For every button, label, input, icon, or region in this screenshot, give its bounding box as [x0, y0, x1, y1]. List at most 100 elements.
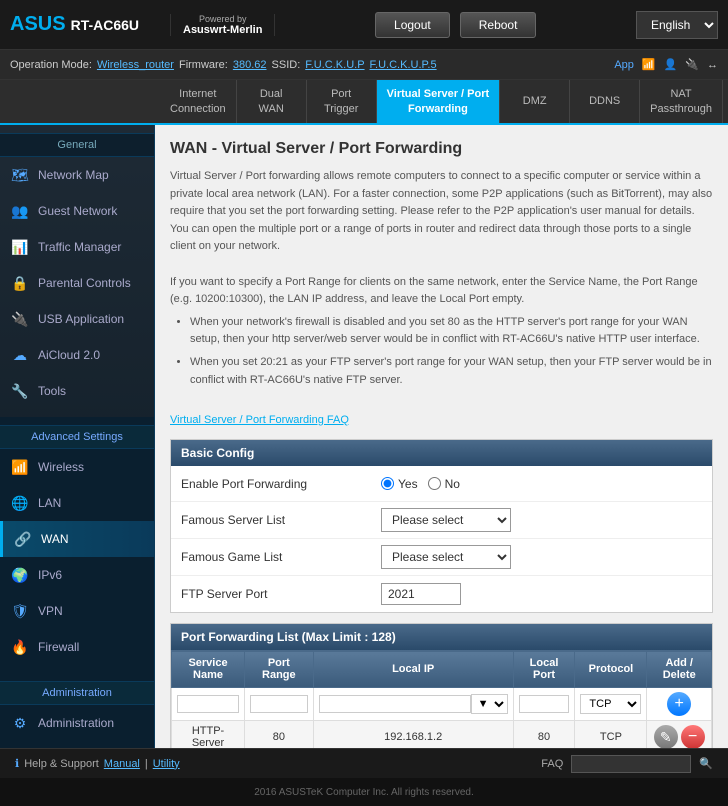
radio-yes-text: Yes: [398, 477, 418, 491]
col-port-range: Port Range: [245, 651, 314, 688]
sidebar-item-tools[interactable]: 🔧 Tools: [0, 373, 154, 409]
radio-no[interactable]: [428, 477, 441, 490]
radio-yes-label[interactable]: Yes: [381, 477, 418, 491]
faq-link[interactable]: Virtual Server / Port Forwarding FAQ: [170, 414, 349, 426]
radio-no-text: No: [445, 477, 460, 491]
op-mode-value[interactable]: Wireless_router: [97, 59, 174, 71]
pf-table-header: Port Forwarding List (Max Limit : 128): [171, 624, 712, 650]
famous-game-row: Famous Game List Please select: [171, 539, 712, 576]
tab-nat-passthrough[interactable]: NATPassthrough: [640, 80, 723, 123]
language-select[interactable]: English: [636, 11, 718, 39]
cell-local-port-input: [513, 688, 575, 721]
local-ip-input[interactable]: [319, 695, 471, 713]
ipv6-icon: 🌍: [10, 565, 30, 585]
manual-link[interactable]: Manual: [104, 758, 140, 770]
sidebar-advanced-section: Advanced Settings 📶 Wireless 🌐 LAN 🔗 WAN…: [0, 417, 154, 673]
op-mode-label: Operation Mode:: [10, 59, 92, 71]
famous-game-select[interactable]: Please select: [381, 545, 511, 569]
tab-ddns[interactable]: DDNS: [570, 80, 640, 123]
ftp-port-input[interactable]: [381, 583, 461, 605]
port-range-input[interactable]: [250, 695, 308, 713]
service-name-input[interactable]: [177, 695, 239, 713]
parental-icon: 🔒: [10, 273, 30, 293]
sidebar-item-wireless[interactable]: 📶 Wireless: [0, 449, 154, 485]
table-row-input: ▼ TCP UDP BOTH: [172, 688, 712, 721]
sidebar-item-lan[interactable]: 🌐 LAN: [0, 485, 154, 521]
content-area: WAN - Virtual Server / Port Forwarding V…: [155, 125, 728, 748]
description-text-2: If you want to specify a Port Range for …: [170, 276, 698, 306]
reboot-button[interactable]: Reboot: [460, 12, 537, 38]
cell-service-name: HTTP-Server: [172, 721, 245, 748]
enable-port-forwarding-row: Enable Port Forwarding Yes No: [171, 466, 712, 502]
status-bar: Operation Mode: Wireless_router Firmware…: [0, 50, 728, 80]
wireless-icon: 📶: [10, 457, 30, 477]
col-service-name: Service Name: [172, 651, 245, 688]
sidebar-item-wan[interactable]: 🔗 WAN: [0, 521, 154, 557]
sidebar-item-label: Tools: [38, 384, 66, 398]
aicloud-icon: ☁: [10, 345, 30, 365]
sidebar-item-label: AiCloud 2.0: [38, 348, 100, 362]
edit-button[interactable]: ✎: [654, 725, 678, 748]
sidebar-item-firewall[interactable]: 🔥 Firewall: [0, 629, 154, 665]
tab-virtual-server[interactable]: Virtual Server / PortForwarding: [377, 80, 501, 123]
description-text-1: Virtual Server / Port forwarding allows …: [170, 170, 712, 252]
content-inner: WAN - Virtual Server / Port Forwarding V…: [155, 125, 728, 748]
tab-dmz[interactable]: DMZ: [500, 80, 570, 123]
sidebar-item-system-log[interactable]: 📋 System Log: [0, 741, 154, 748]
copyright-bar: 2016 ASUSTeK Computer Inc. All rights re…: [0, 778, 728, 806]
enable-radio-group: Yes No: [381, 477, 460, 491]
local-port-input[interactable]: [519, 695, 569, 713]
tab-bar: InternetConnection DualWAN PortTrigger V…: [0, 80, 728, 125]
tab-internet-connection[interactable]: InternetConnection: [160, 80, 237, 123]
add-button[interactable]: +: [667, 692, 691, 716]
enable-port-label: Enable Port Forwarding: [181, 477, 381, 491]
search-icon[interactable]: 🔍: [699, 757, 713, 770]
cell-service-name-input: [172, 688, 245, 721]
utility-link[interactable]: Utility: [153, 758, 180, 770]
ssid-value1[interactable]: F.U.C.K.U.P: [305, 59, 364, 71]
firmware-value[interactable]: 380.62: [233, 59, 267, 71]
page-title: WAN - Virtual Server / Port Forwarding: [170, 140, 713, 158]
logout-button[interactable]: Logout: [375, 12, 450, 38]
sidebar-item-label: Administration: [38, 716, 114, 730]
sidebar-item-label: Traffic Manager: [38, 240, 121, 254]
port-forwarding-section: Port Forwarding List (Max Limit : 128) S…: [170, 623, 713, 748]
logo-area: ASUS RT-AC66U: [0, 13, 170, 36]
tab-dual-wan[interactable]: DualWAN: [237, 80, 307, 123]
sidebar-item-usb-application[interactable]: 🔌 USB Application: [0, 301, 154, 337]
faq-label: FAQ: [541, 758, 563, 770]
famous-game-label: Famous Game List: [181, 550, 381, 564]
sidebar-item-guest-network[interactable]: 👥 Guest Network: [0, 193, 154, 229]
sidebar-item-label: Guest Network: [38, 204, 117, 218]
footer: ℹ Help & Support Manual | Utility FAQ 🔍: [0, 748, 728, 778]
sidebar-admin-section: Administration ⚙ Administration 📋 System…: [0, 673, 154, 748]
tab-port-trigger[interactable]: PortTrigger: [307, 80, 377, 123]
wan-icon: 🔗: [13, 529, 33, 549]
ssid-value2[interactable]: F.U.C.K.U.P.5: [370, 59, 437, 71]
radio-no-label[interactable]: No: [428, 477, 460, 491]
sidebar-item-label: USB Application: [38, 312, 124, 326]
sidebar-item-ipv6[interactable]: 🌍 IPv6: [0, 557, 154, 593]
col-add-delete: Add / Delete: [647, 651, 712, 688]
col-local-ip: Local IP: [313, 651, 513, 688]
basic-config-section: Basic Config Enable Port Forwarding Yes …: [170, 439, 713, 613]
delete-button[interactable]: −: [681, 725, 705, 748]
sidebar-item-parental-controls[interactable]: 🔒 Parental Controls: [0, 265, 154, 301]
sidebar-item-administration[interactable]: ⚙ Administration: [0, 705, 154, 741]
famous-server-select[interactable]: Please select: [381, 508, 511, 532]
cell-protocol-input: TCP UDP BOTH: [575, 688, 647, 721]
sidebar-item-network-map[interactable]: 🗺 Network Map: [0, 157, 154, 193]
user-icon: 👤: [664, 58, 678, 71]
sidebar-item-aicloud[interactable]: ☁ AiCloud 2.0: [0, 337, 154, 373]
radio-yes[interactable]: [381, 477, 394, 490]
sidebar-item-label: Parental Controls: [38, 276, 131, 290]
faq-search[interactable]: [571, 755, 691, 773]
footer-links: ℹ Help & Support Manual | Utility: [15, 757, 180, 770]
local-ip-dropdown[interactable]: ▼: [471, 694, 508, 714]
powered-area: Powered by Asuswrt-Merlin: [170, 14, 275, 36]
protocol-select[interactable]: TCP UDP BOTH: [580, 694, 641, 714]
ftp-port-row: FTP Server Port: [171, 576, 712, 612]
sidebar-general-title: General: [0, 133, 154, 157]
sidebar-item-vpn[interactable]: 🛡 VPN: [0, 593, 154, 629]
sidebar-item-traffic-manager[interactable]: 📊 Traffic Manager: [0, 229, 154, 265]
